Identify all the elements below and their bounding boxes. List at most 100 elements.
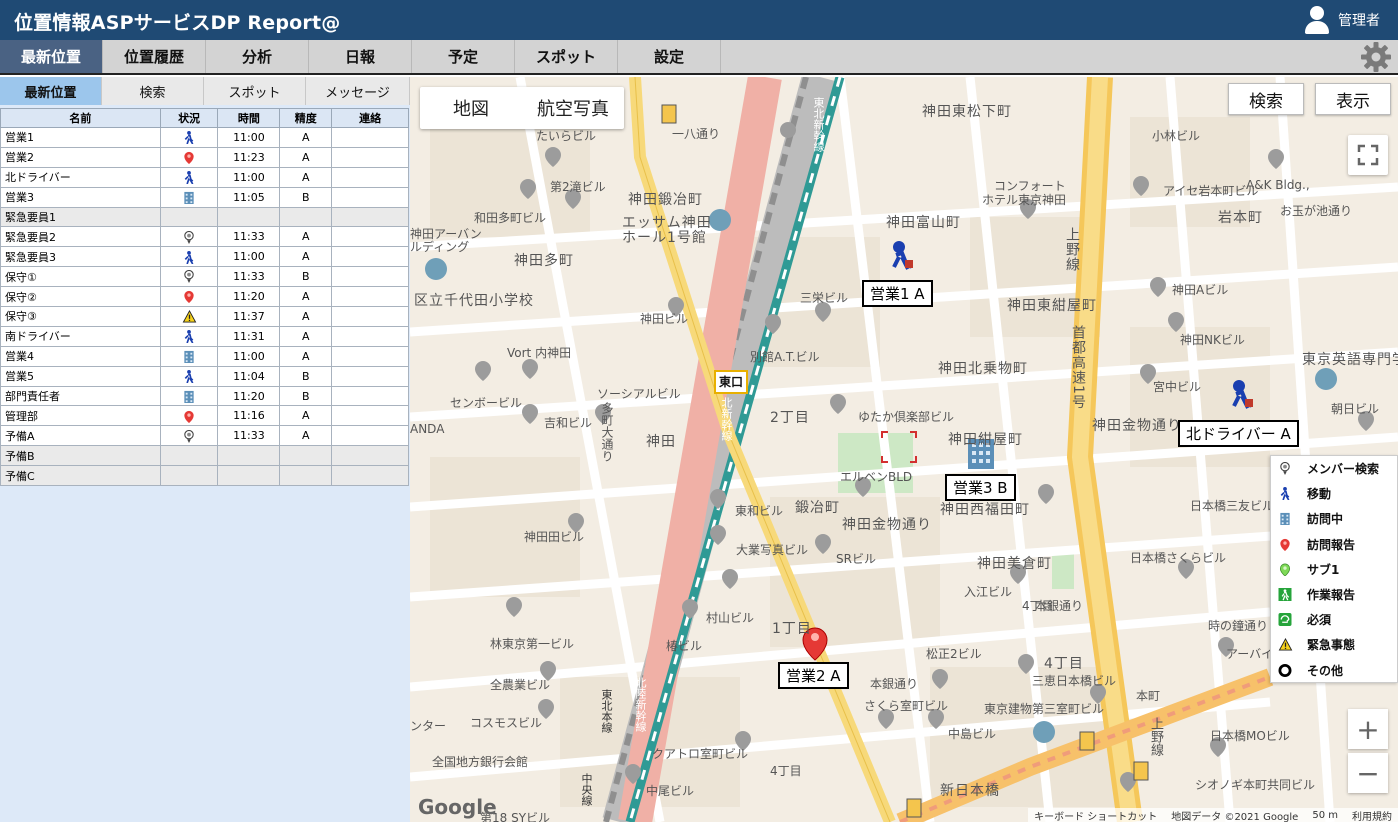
table-row[interactable]: 緊急要員1 [0,206,409,228]
table-row[interactable]: 予備B [0,445,409,467]
keyboard-shortcuts-link[interactable]: キーボード ショートカット [1034,808,1157,822]
contact-cell[interactable] [331,325,409,347]
col-accuracy[interactable]: 精度 [279,108,333,128]
member-name[interactable]: 予備B [0,445,161,467]
table-row[interactable]: 保守③ 11:37 A [0,306,409,327]
contact-cell[interactable] [331,465,409,487]
table-row[interactable]: 緊急要員3 11:00 A [0,246,409,268]
table-row[interactable]: 南ドライバー 11:31 A [0,325,409,347]
map-view[interactable]: 神田東松下町 神田鍛冶町 エッサム神田 ホール1号館 神田富山町 神田多町 区立… [410,77,1398,822]
table-row[interactable]: 予備C [0,465,409,487]
tab-settings[interactable]: 設定 [618,40,721,73]
member-name[interactable]: 管理部 [0,405,161,427]
table-row[interactable]: 部門責任者 11:20 B [0,385,409,407]
zoom-out-button[interactable]: − [1348,753,1388,793]
member-name[interactable]: 営業1 [0,127,161,148]
visiting-icon [183,349,195,363]
table-row[interactable]: 管理部 11:16 A [0,405,409,427]
tab-daily-report[interactable]: 日報 [309,40,412,73]
member-name[interactable]: 部門責任者 [0,385,161,407]
tab-schedule[interactable]: 予定 [412,40,515,73]
member-name[interactable]: 緊急要員2 [0,226,161,248]
contact-cell[interactable] [331,166,409,188]
contact-cell[interactable] [331,266,409,288]
contact-cell[interactable] [331,206,409,228]
contact-cell[interactable] [331,306,409,327]
member-name[interactable]: 予備A [0,425,161,447]
map-type-satellite[interactable]: 航空写真 [522,87,624,129]
subtab-latest-position[interactable]: 最新位置 [0,77,102,105]
contact-cell[interactable] [331,445,409,467]
col-time[interactable]: 時間 [217,108,281,128]
member-name[interactable]: 営業3 [0,186,161,208]
table-row[interactable]: 営業2 11:23 A [0,146,409,168]
map-label: 全国地方銀行会館 [432,755,529,769]
map-display-button[interactable]: 表示 [1315,83,1391,115]
col-status[interactable]: 状況 [159,108,219,128]
map-type-map[interactable]: 地図 [420,87,522,129]
member-name[interactable]: 緊急要員1 [0,206,161,228]
member-name[interactable]: 北ドライバー [0,166,161,188]
marker-label-sales2[interactable]: 営業2 A [778,662,849,689]
table-row[interactable]: 営業4 11:00 A [0,345,409,367]
fullscreen-button[interactable] [1348,135,1388,175]
contact-cell[interactable] [331,286,409,308]
col-contact[interactable]: 連絡 [331,108,409,128]
contact-cell[interactable] [331,405,409,427]
subtab-search[interactable]: 検索 [102,77,204,105]
table-row[interactable]: 予備A 11:33 A [0,425,409,447]
map-label: 中央線 [580,773,593,806]
member-name[interactable]: 営業2 [0,146,161,168]
table-row[interactable]: 保守② 11:20 A [0,286,409,308]
subtab-spot[interactable]: スポット [204,77,306,105]
time-cell: 11:37 [217,306,281,327]
contact-cell[interactable] [331,365,409,387]
table-row[interactable]: 保守① 11:33 B [0,266,409,288]
map-label: 東北新幹線 [812,97,825,152]
map-label: コスモスビル [470,716,543,730]
contact-cell[interactable] [331,246,409,268]
time-cell: 11:00 [217,127,281,148]
map-label: 三恵日本橋ビル [1032,674,1117,688]
member-name[interactable]: 保守③ [0,306,161,327]
contact-cell[interactable] [331,186,409,208]
tab-position-history[interactable]: 位置履歴 [103,40,206,73]
marker-label-sales1[interactable]: 営業1 A [862,280,933,307]
member-name[interactable]: 保守② [0,286,161,308]
tab-analysis[interactable]: 分析 [206,40,309,73]
map-label: 日本橋MOビル [1210,729,1290,743]
tab-latest-position[interactable]: 最新位置 [0,40,103,73]
marker-label-north-driver[interactable]: 北ドライバー A [1178,420,1299,447]
member-name[interactable]: 予備C [0,465,161,487]
map-search-button[interactable]: 検索 [1228,83,1304,115]
marker-label-sales3[interactable]: 営業3 B [945,474,1016,501]
contact-cell[interactable] [331,385,409,407]
accuracy-cell: B [279,266,333,288]
member-name[interactable]: 営業4 [0,345,161,367]
contact-cell[interactable] [331,146,409,168]
gear-icon[interactable] [1360,41,1392,73]
member-name[interactable]: 保守① [0,266,161,288]
member-name[interactable]: 南ドライバー [0,325,161,347]
tab-spot[interactable]: スポット [515,40,618,73]
contact-cell[interactable] [331,127,409,148]
map-label: 小林ビル [1152,129,1201,143]
member-name[interactable]: 営業5 [0,365,161,387]
table-row[interactable]: 緊急要員2 11:33 A [0,226,409,248]
legend-item: 作業報告 [1271,582,1397,607]
member-name[interactable]: 緊急要員3 [0,246,161,268]
col-name[interactable]: 名前 [0,108,161,128]
legend-label: 訪問報告 [1307,537,1356,552]
contact-cell[interactable] [331,425,409,447]
map-type-toggle: 地図 航空写真 [420,87,624,129]
table-row[interactable]: 営業3 11:05 B [0,186,409,208]
user-menu[interactable]: 管理者 [1304,6,1380,34]
table-row[interactable]: 北ドライバー 11:00 A [0,166,409,188]
table-row[interactable]: 営業1 11:00 A [0,127,409,148]
terms-link[interactable]: 利用規約 [1352,808,1392,822]
contact-cell[interactable] [331,226,409,248]
subtab-message[interactable]: メッセージ [306,77,410,105]
contact-cell[interactable] [331,345,409,367]
table-row[interactable]: 営業5 11:04 B [0,365,409,387]
zoom-in-button[interactable]: + [1348,709,1388,749]
